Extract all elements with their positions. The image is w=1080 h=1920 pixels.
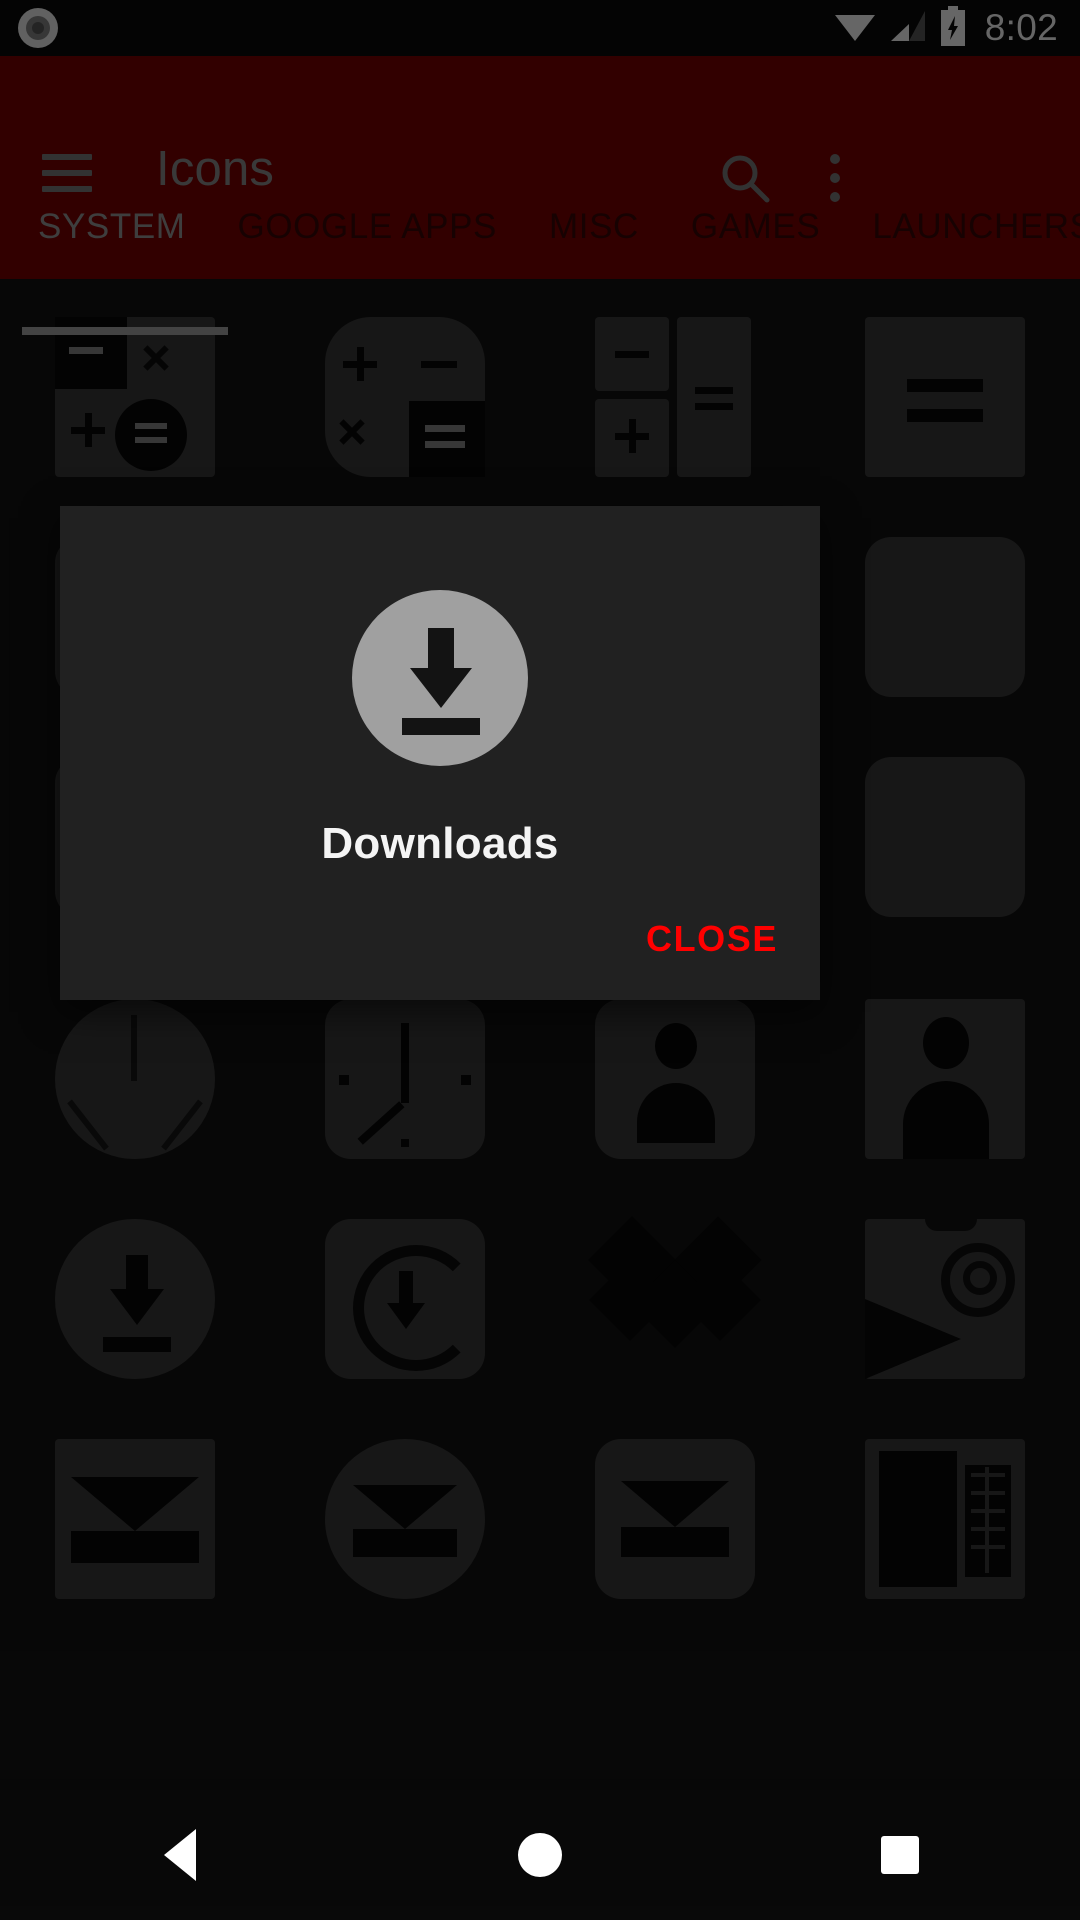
nav-home-button[interactable] xyxy=(360,1833,720,1877)
download-icon xyxy=(352,590,528,766)
icon-preview-dialog: Downloads CLOSE xyxy=(60,506,820,1000)
back-triangle-icon xyxy=(164,1829,196,1881)
dialog-title: Downloads xyxy=(321,819,559,868)
system-nav-bar xyxy=(0,1790,1080,1920)
nav-recents-button[interactable] xyxy=(720,1836,1080,1874)
dialog-icon-wrap xyxy=(60,590,820,766)
close-button[interactable]: CLOSE xyxy=(632,910,792,968)
home-circle-icon xyxy=(518,1833,562,1877)
phone-screen: 8:02 Icons SYSTEM GOOGLE APPS MISC G xyxy=(0,0,1080,1920)
nav-back-button[interactable] xyxy=(0,1829,360,1881)
recents-square-icon xyxy=(881,1836,919,1874)
